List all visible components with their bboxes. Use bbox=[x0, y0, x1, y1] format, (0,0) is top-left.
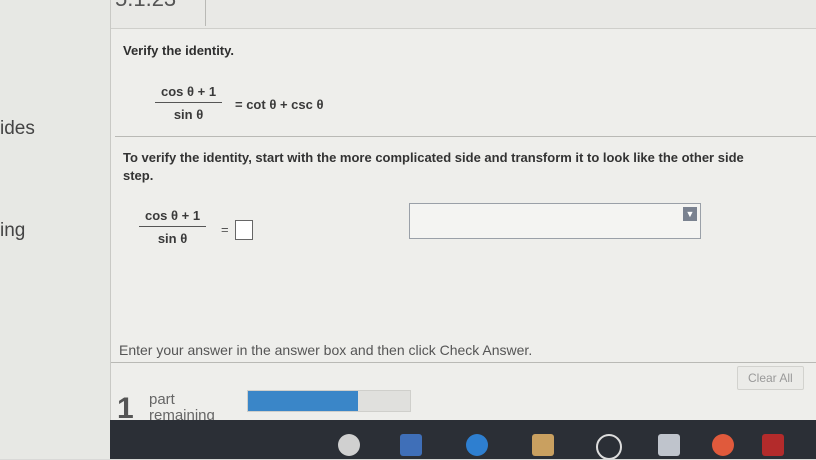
progress-bar bbox=[247, 390, 411, 412]
folder-icon[interactable] bbox=[466, 434, 488, 456]
step-lhs-fraction: cos θ + 1 sin θ bbox=[139, 208, 207, 246]
question-instruction: Verify the identity. bbox=[123, 43, 235, 58]
identity-rhs: = cot θ + csc θ bbox=[235, 97, 324, 112]
question-number: 5.1.23 bbox=[111, 0, 206, 26]
reason-dropdown[interactable]: ▼ bbox=[409, 203, 701, 239]
question-panel: 5.1.23 Verify the identity. cos θ + 1 si… bbox=[110, 0, 816, 425]
kindle-icon[interactable] bbox=[658, 434, 680, 456]
step-denominator: sin θ bbox=[157, 231, 188, 246]
chrome-browser-icon[interactable] bbox=[712, 434, 734, 456]
taskbar bbox=[110, 420, 816, 460]
left-sidebar: ides ing bbox=[0, 0, 110, 459]
edge-icon[interactable] bbox=[596, 434, 622, 460]
step-numerator: cos θ + 1 bbox=[139, 208, 207, 227]
link-icon[interactable] bbox=[532, 434, 554, 456]
step-instruction-cont: step. bbox=[123, 168, 154, 183]
answer-hint: Enter your answer in the answer box and … bbox=[119, 342, 533, 358]
sidebar-label-ing[interactable]: ing bbox=[0, 220, 25, 242]
step-instruction: To verify the identity, start with the m… bbox=[123, 150, 744, 165]
sidebar-label-guides[interactable]: ides bbox=[0, 118, 35, 140]
store-icon[interactable] bbox=[400, 434, 422, 456]
answer-box[interactable] bbox=[235, 220, 253, 240]
app-icon[interactable] bbox=[762, 434, 784, 456]
step-equals: = bbox=[221, 222, 229, 237]
question-header: 5.1.23 bbox=[111, 0, 816, 29]
progress-bar-fill bbox=[248, 391, 359, 411]
identity-numerator: cos θ + 1 bbox=[155, 84, 223, 103]
identity-lhs-fraction: cos θ + 1 sin θ bbox=[155, 84, 223, 122]
chevron-down-icon[interactable]: ▼ bbox=[683, 207, 697, 221]
identity-denominator: sin θ bbox=[173, 107, 204, 122]
parts-label-part: part bbox=[149, 391, 175, 408]
divider bbox=[115, 136, 816, 137]
footer-divider bbox=[111, 362, 816, 363]
chrome-icon[interactable] bbox=[338, 434, 360, 456]
clear-all-button[interactable]: Clear All bbox=[737, 366, 804, 390]
